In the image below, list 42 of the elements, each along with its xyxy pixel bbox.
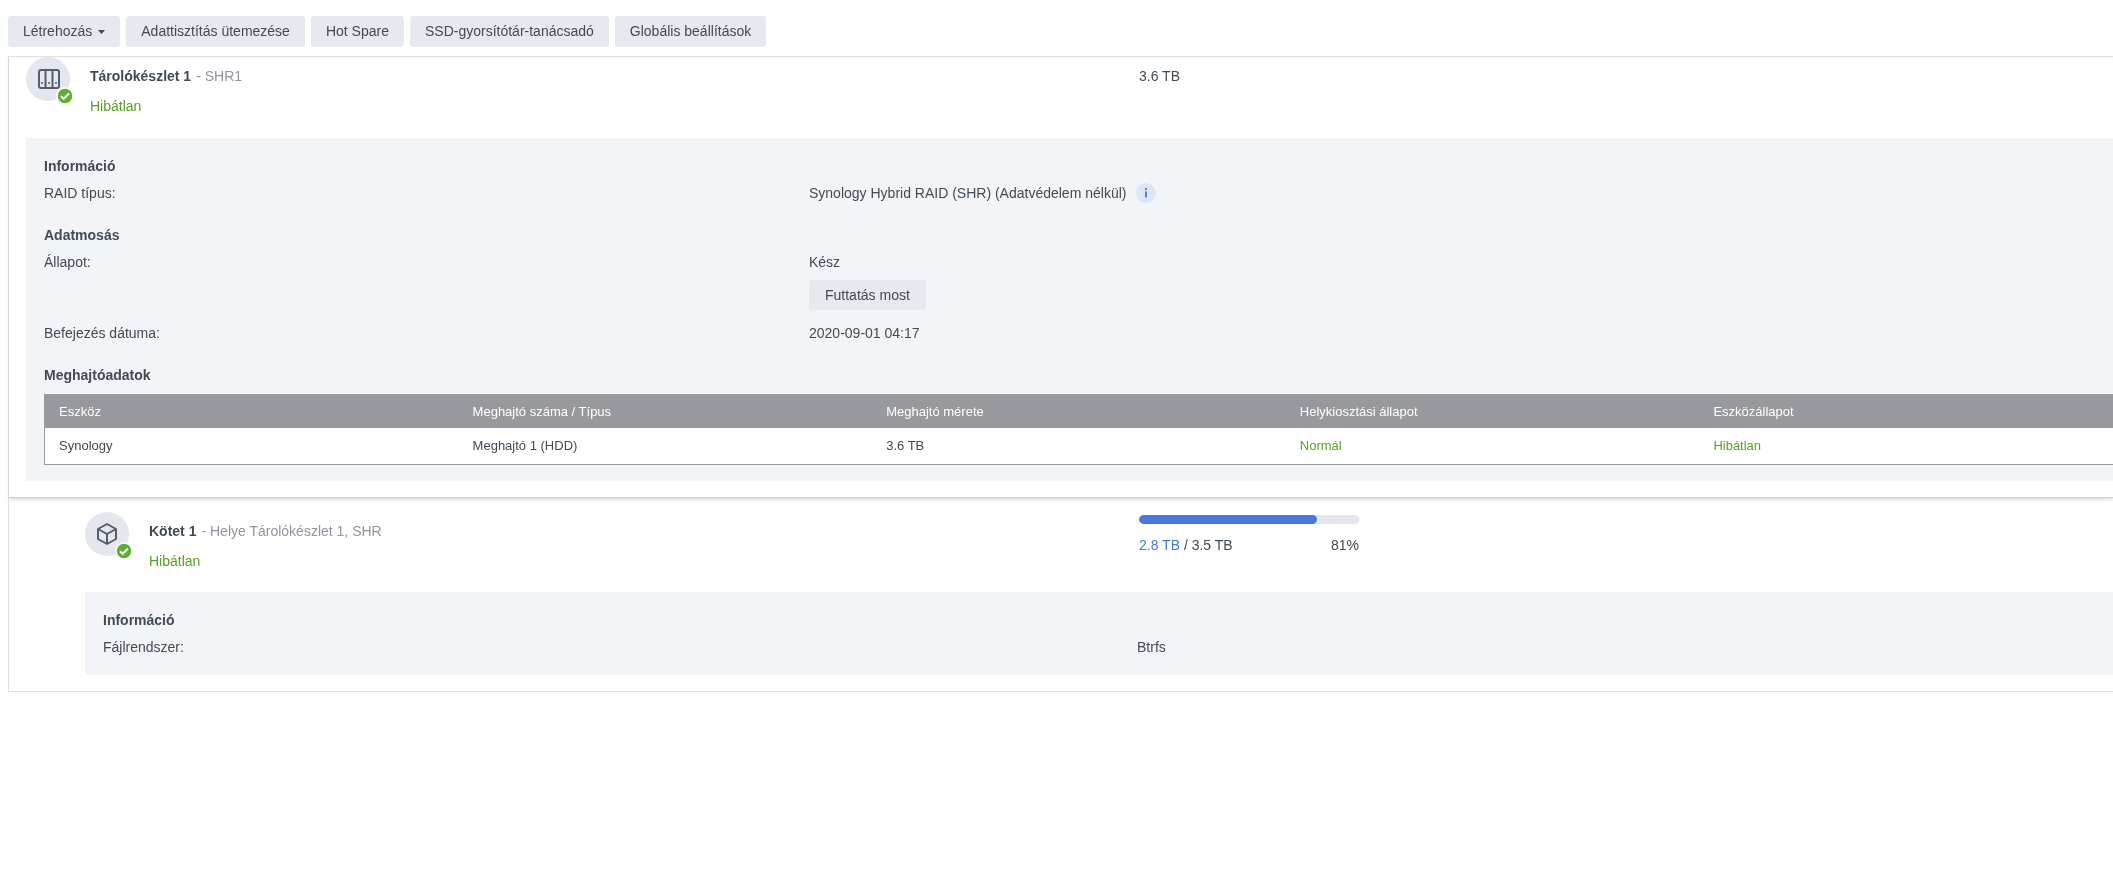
field-label: Fájlrendszer:	[103, 638, 185, 657]
run-now-button[interactable]: Futtatás most	[809, 280, 926, 310]
usage-percent: 81%	[1330, 536, 1359, 555]
section-heading: Információ	[44, 157, 117, 176]
field-value: 2020-09-01 04:17	[809, 324, 920, 343]
toolbar-button[interactable]: Adattisztítás ütemezése	[126, 16, 305, 47]
column-header: Meghajtó száma / Típus	[471, 402, 613, 421]
toolbar-button[interactable]: SSD-gyorsítótár-tanácsadó	[409, 16, 609, 47]
column-header: Helykiosztási állapot	[1298, 402, 1419, 421]
field-label: Állapot:	[44, 253, 92, 272]
section-heading: Adatmosás	[44, 226, 121, 245]
section-heading: Meghajtóadatok	[44, 366, 152, 385]
field-value: Kész	[809, 253, 841, 272]
cube-icon	[97, 523, 117, 545]
table-cell-text: 3.6 TB	[885, 437, 926, 456]
used-size: 2.8 TB	[1139, 537, 1180, 553]
table-cell-text: Meghajtó 1 (HDD)	[471, 437, 579, 456]
subtitle: - Helye Tárolókészlet 1, SHR	[201, 522, 382, 541]
column-header: Eszköz	[58, 402, 102, 421]
caret-icon	[98, 29, 106, 34]
title: Tárolókészlet 1	[90, 67, 192, 86]
column-header: Eszközállapot	[1712, 402, 1795, 421]
table-cell-text: Synology	[58, 437, 114, 456]
section-heading: Információ	[103, 611, 176, 630]
title: Kötet 1	[149, 522, 197, 541]
field-label: Befejezés dátuma:	[44, 324, 161, 343]
column-header: Meghajtó mérete	[885, 402, 985, 421]
field-value: Btrfs	[1137, 638, 1166, 657]
status: Hibátlan	[149, 553, 201, 569]
field-label: RAID típus:	[44, 184, 117, 203]
table-cell-text: Hibátlan	[1712, 437, 1763, 456]
total-size: / 3.5 TB	[1183, 537, 1233, 553]
field-value: Synology Hybrid RAID (SHR) (Adatvédelem nélkül)	[809, 184, 1127, 203]
toolbar-button[interactable]: Globális beállítások	[614, 16, 767, 47]
capacity: 3.6 TB	[1139, 67, 1180, 86]
toolbar-button[interactable]: Létrehozás	[8, 16, 121, 47]
table-cell-text: Normál	[1298, 437, 1343, 456]
storage-icon	[38, 69, 60, 89]
info-icon[interactable]	[1136, 183, 1157, 203]
status: Hibátlan	[90, 98, 142, 114]
toolbar-button[interactable]: Hot Spare	[310, 16, 404, 47]
subtitle: - SHR1	[196, 67, 243, 86]
